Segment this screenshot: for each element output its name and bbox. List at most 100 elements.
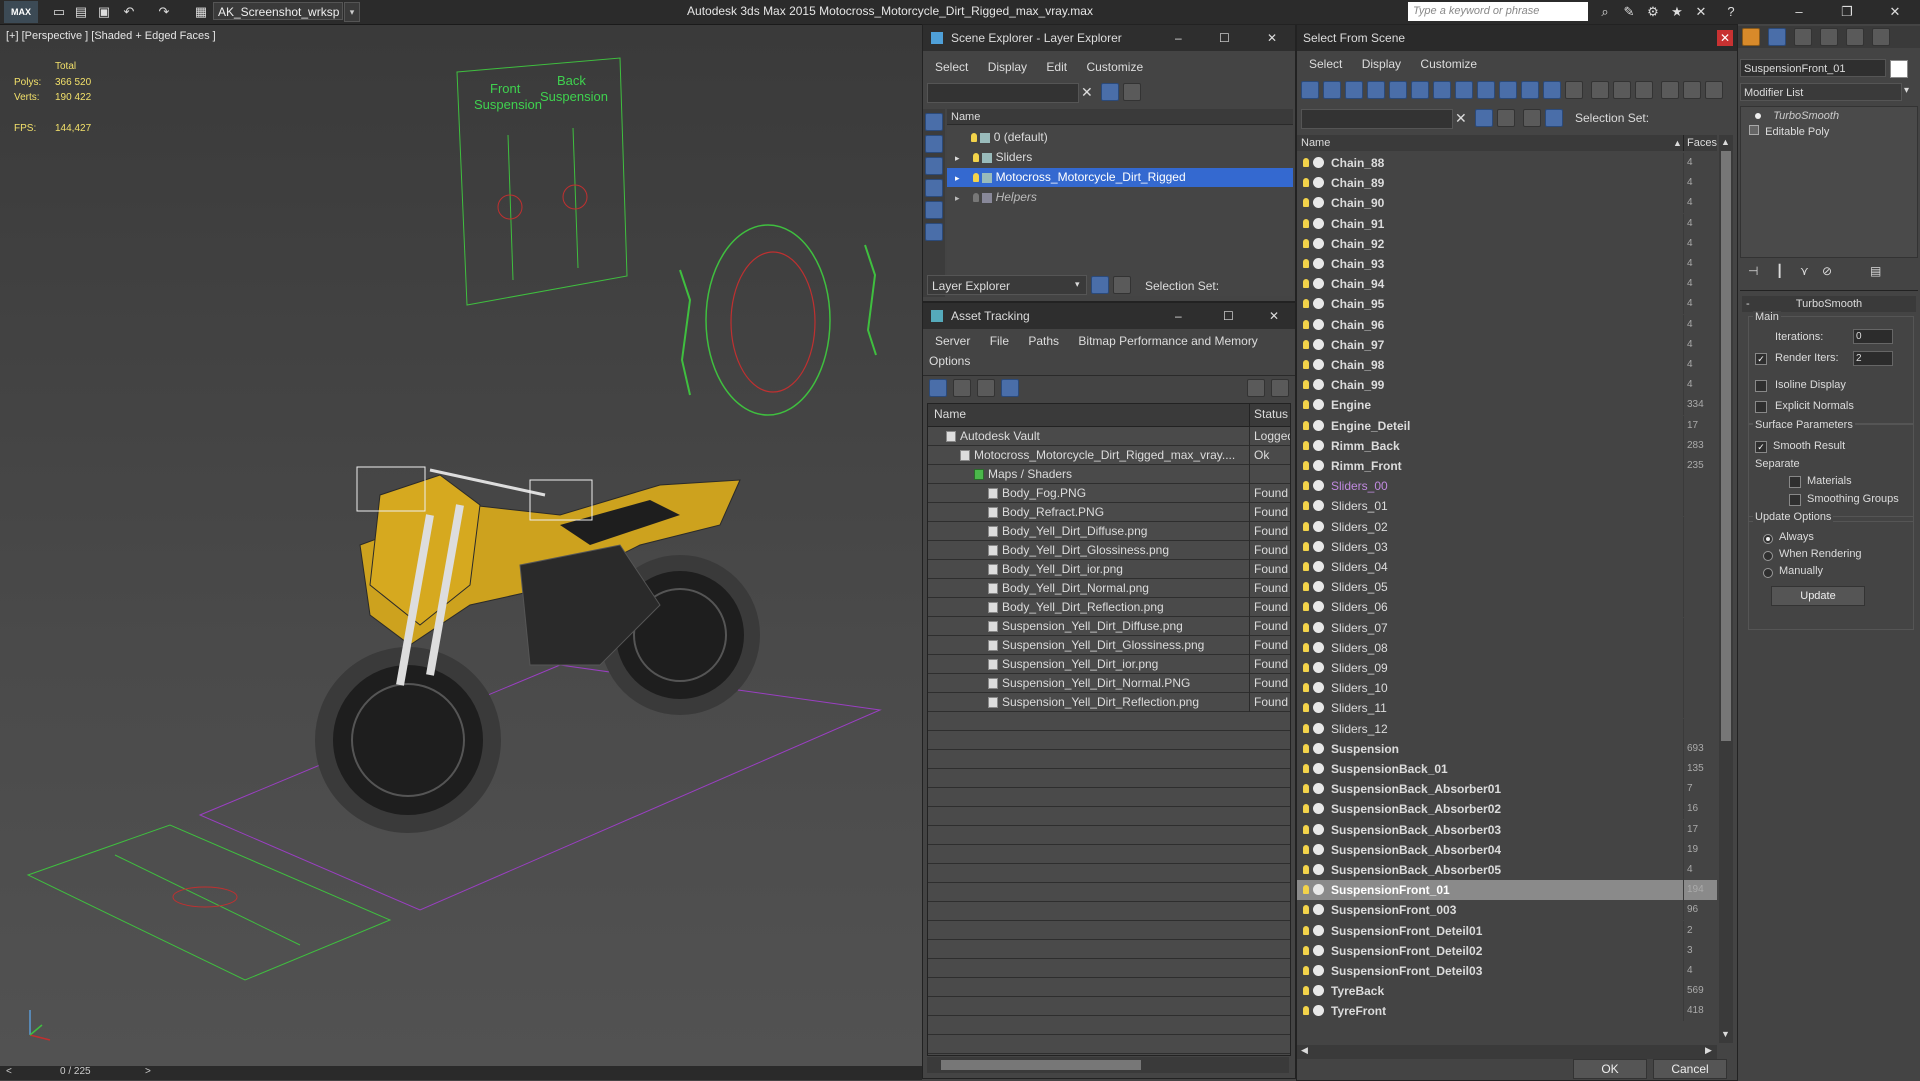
search-input[interactable]: Type a keyword or phrase xyxy=(1408,2,1588,21)
column-name[interactable]: Name xyxy=(934,407,966,421)
clear-search-icon[interactable]: ✕ xyxy=(1081,84,1093,101)
workspace-dropdown[interactable]: AK_Screenshot_wrksp xyxy=(213,2,343,20)
render-iters-checkbox[interactable]: ✓ xyxy=(1755,353,1767,365)
new-file-icon[interactable]: ▭ xyxy=(50,3,68,21)
object-row[interactable]: Sliders_03 xyxy=(1297,536,1717,557)
expand-arrow-icon[interactable]: ▸ xyxy=(955,153,960,163)
manually-radio[interactable] xyxy=(1763,568,1773,578)
scroll-right-icon[interactable]: ▶ xyxy=(1705,1045,1712,1056)
object-row[interactable]: Sliders_02 xyxy=(1297,516,1717,537)
menu-select[interactable]: Select xyxy=(1309,57,1342,71)
filter-icon[interactable] xyxy=(1101,83,1119,101)
asset-row[interactable]: Body_Yell_Dirt_Diffuse.png Found xyxy=(928,522,1290,541)
find-input[interactable] xyxy=(1301,109,1453,129)
update-button[interactable]: Update xyxy=(1771,586,1865,606)
object-row[interactable]: SuspensionBack_Absorber02 16 xyxy=(1297,799,1717,820)
display-spacewarps-icon[interactable] xyxy=(1411,81,1429,99)
bulb-icon[interactable] xyxy=(1303,1006,1309,1016)
bulb-icon[interactable] xyxy=(1303,299,1309,309)
bulb-icon[interactable] xyxy=(1303,259,1309,268)
prev-frame-icon[interactable]: < xyxy=(6,1066,12,1077)
materials-checkbox[interactable] xyxy=(1789,476,1801,488)
undo-icon[interactable]: ↶ xyxy=(120,3,138,21)
bulb-icon[interactable] xyxy=(972,193,979,203)
find-input[interactable] xyxy=(927,83,1079,103)
bulb-icon[interactable] xyxy=(1303,966,1309,975)
bulb-icon[interactable] xyxy=(1303,824,1309,834)
filter-icon[interactable] xyxy=(1475,109,1493,127)
asset-row[interactable]: Body_Yell_Dirt_Reflection.png Found xyxy=(928,598,1290,617)
scene-explorer-titlebar[interactable]: Scene Explorer - Layer Explorer – ☐ ✕ xyxy=(923,25,1295,51)
bulb-icon[interactable] xyxy=(1303,743,1309,753)
vertical-scrollbar[interactable]: ▲ ▼ xyxy=(1719,135,1733,1043)
isoline-display-checkbox[interactable] xyxy=(1755,380,1767,392)
smoothing-groups-checkbox[interactable] xyxy=(1789,494,1801,506)
bulb-icon[interactable] xyxy=(1303,238,1309,248)
restore-icon[interactable]: ❐ xyxy=(1838,3,1856,21)
asset-row[interactable]: Maps / Shaders xyxy=(928,465,1290,484)
bulb-icon[interactable] xyxy=(1303,501,1309,511)
display-helpers-icon[interactable] xyxy=(925,201,943,219)
asset-row[interactable]: Motocross_Motorcycle_Dirt_Rigged_max_vra… xyxy=(928,446,1290,465)
menu-customize[interactable]: Customize xyxy=(1086,60,1143,74)
dropdown-arrow-icon[interactable]: ▾ xyxy=(1075,279,1080,290)
bulb-icon[interactable] xyxy=(972,173,979,183)
asset-row[interactable]: Suspension_Yell_Dirt_Glossiness.png Found xyxy=(928,636,1290,655)
asset-row[interactable]: Autodesk Vault Logged xyxy=(928,427,1290,446)
binoculars-icon[interactable]: ⌕ xyxy=(1596,3,1614,21)
object-row[interactable]: Chain_98 4 xyxy=(1297,355,1717,375)
minimize-icon[interactable]: – xyxy=(1790,3,1808,21)
make-unique-icon[interactable]: ⋎ xyxy=(1800,264,1809,278)
scroll-left-icon[interactable]: ◀ xyxy=(1301,1045,1308,1056)
object-row[interactable]: Sliders_09 xyxy=(1297,658,1717,678)
help-icon[interactable]: ? xyxy=(1722,3,1740,21)
stack-item-editable-poly[interactable]: Editable Poly xyxy=(1749,125,1829,138)
pin-stack-icon[interactable]: ⊣ xyxy=(1748,264,1758,278)
modifier-on-icon[interactable] xyxy=(1755,113,1761,119)
smooth-result-checkbox[interactable]: ✓ xyxy=(1755,441,1767,453)
column-faces[interactable]: Faces xyxy=(1687,135,1717,151)
expand-arrow-icon[interactable]: ▸ xyxy=(955,193,960,203)
redo-icon[interactable]: ↷ xyxy=(155,3,173,21)
bulb-icon[interactable] xyxy=(972,153,979,163)
object-row[interactable]: Engine_Deteil 17 xyxy=(1297,415,1717,436)
object-row[interactable]: Suspension 693 xyxy=(1297,738,1717,759)
asset-row[interactable]: Suspension_Yell_Dirt_ior.png Found xyxy=(928,655,1290,674)
bulb-icon[interactable] xyxy=(1303,925,1309,935)
menu-file[interactable]: File xyxy=(990,334,1009,348)
asset-row[interactable]: Suspension_Yell_Dirt_Reflection.png Found xyxy=(928,693,1290,712)
display-frozen-icon[interactable] xyxy=(1521,81,1539,99)
filter-funnel-icon[interactable] xyxy=(1661,81,1679,99)
hierarchy-tab-icon[interactable] xyxy=(1794,28,1812,46)
hierarchy-mode-icon[interactable] xyxy=(1545,109,1563,127)
object-row[interactable]: Sliders_12 xyxy=(1297,718,1717,739)
display-tab-icon[interactable] xyxy=(1846,28,1864,46)
select-from-scene-titlebar[interactable]: Select From Scene ✕ xyxy=(1297,25,1737,51)
bulb-icon[interactable] xyxy=(1303,844,1309,854)
bulb-icon[interactable] xyxy=(1303,784,1309,794)
bulb-icon[interactable] xyxy=(1303,380,1309,390)
modify-tab-icon[interactable] xyxy=(1768,28,1786,46)
scroll-up-icon[interactable]: ▲ xyxy=(1721,137,1730,147)
asset-row[interactable]: Body_Fog.PNG Found xyxy=(928,484,1290,503)
display-xrefs-icon[interactable] xyxy=(1455,81,1473,99)
open-file-icon[interactable]: ▤ xyxy=(72,3,90,21)
explicit-normals-checkbox[interactable] xyxy=(1755,401,1767,413)
show-end-result-icon[interactable]: ┃ xyxy=(1776,264,1783,278)
object-row[interactable]: Sliders_11 xyxy=(1297,698,1717,719)
sort-ascending-icon[interactable]: ▲ xyxy=(1673,135,1682,151)
menu-paths[interactable]: Paths xyxy=(1028,334,1059,348)
display-spacewarps-icon[interactable] xyxy=(925,223,943,241)
perspective-viewport[interactable]: [+] [Perspective ] [Shaded + Edged Faces… xyxy=(0,25,922,1067)
object-row[interactable]: Sliders_08 xyxy=(1297,637,1717,658)
cancel-button[interactable]: Cancel xyxy=(1653,1059,1727,1079)
object-row[interactable]: SuspensionFront_Deteil01 2 xyxy=(1297,920,1717,941)
asset-row[interactable]: Body_Yell_Dirt_ior.png Found xyxy=(928,560,1290,579)
bulb-icon[interactable] xyxy=(1303,562,1309,571)
object-row[interactable]: SuspensionFront_003 96 xyxy=(1297,900,1717,921)
select-none-icon[interactable] xyxy=(1613,81,1631,99)
display-hidden-icon[interactable] xyxy=(1543,81,1561,99)
object-row[interactable]: Chain_90 4 xyxy=(1297,193,1717,214)
bulb-icon[interactable] xyxy=(1303,764,1309,773)
exchange-icon[interactable]: ✕ xyxy=(1692,3,1710,21)
